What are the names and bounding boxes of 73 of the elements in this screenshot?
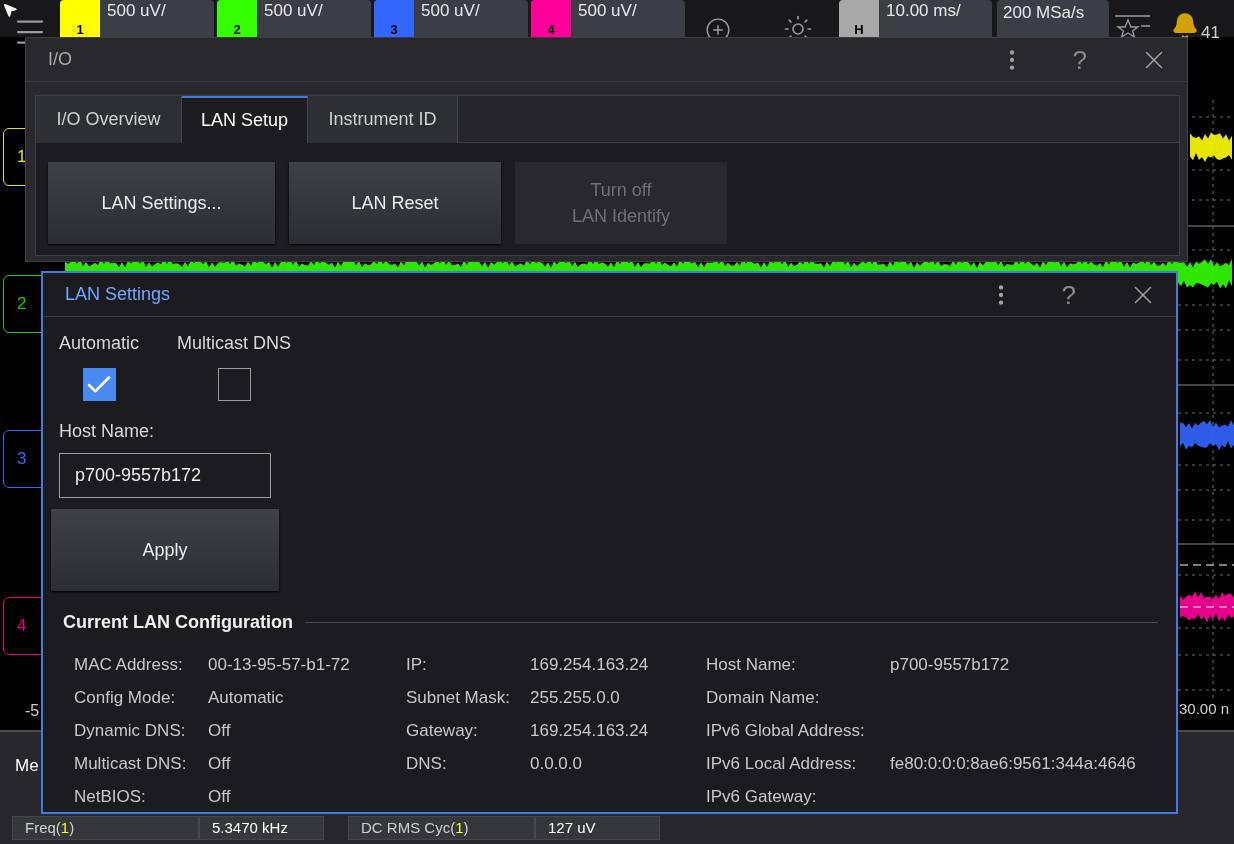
action-button[interactable]: LAN Settings... [48, 162, 275, 244]
section-title: Current LAN Configuration [63, 611, 293, 634]
measurement-name: Freq(1) [12, 816, 199, 840]
axis-label: 30.00 n [1179, 699, 1230, 719]
config-label: Host Name: [706, 653, 797, 676]
config-label: Multicast DNS: [74, 752, 188, 775]
channel-chip[interactable]: 1 500 uV/ [60, 0, 214, 37]
bell-icon[interactable] [1171, 12, 1199, 40]
marker-line [1179, 606, 1234, 608]
channel-scale: 500 uV/ [106, 0, 166, 22]
waveform-trace [1180, 419, 1234, 451]
acquisition-chip[interactable]: 200 MSa/s [997, 0, 1109, 37]
measurement-name: DC RMS Cyc(1) [348, 816, 535, 840]
config-value: 0.0.0.0 [530, 752, 582, 775]
dialog-title: I/O [47, 48, 72, 71]
channel-chip[interactable]: 4 500 uV/ [531, 0, 685, 37]
config-label: NetBIOS: [74, 785, 147, 808]
checkbox[interactable] [82, 368, 116, 401]
checkbox[interactable] [217, 368, 251, 401]
channel-number: 1 [60, 0, 100, 37]
config-value: p700-9557b172 [890, 653, 1010, 676]
timebase-chip[interactable]: H 10.00 ms/ [839, 0, 992, 37]
config-label: Domain Name: [706, 686, 821, 709]
checkbox-label: Automatic [59, 332, 140, 355]
measurement-value: 5.3470 kHz [199, 816, 324, 840]
help-button[interactable]: ? [1061, 281, 1076, 308]
config-value: Off [208, 719, 231, 742]
tab[interactable]: LAN Setup [182, 96, 308, 143]
marker-line [1179, 564, 1234, 566]
channel-number: 2 [217, 0, 257, 37]
channel-scale: 500 uV/ [263, 0, 323, 22]
cursor-icon [2, 2, 18, 18]
favorites-icon[interactable] [1115, 14, 1151, 37]
channel-number: 4 [531, 0, 571, 37]
help-button[interactable]: ? [1072, 46, 1087, 73]
config-label: Dynamic DNS: [74, 719, 187, 742]
channel-chip[interactable]: 2 500 uV/ [217, 0, 371, 37]
config-label: DNS: [406, 752, 448, 775]
config-value: 00-13-95-57-b1-72 [208, 653, 350, 676]
action-button[interactable]: LAN Reset [289, 162, 501, 244]
panel-tab[interactable]: Me [15, 753, 39, 779]
channel-scale: 500 uV/ [577, 0, 637, 22]
config-label: IPv6 Global Address: [706, 719, 866, 742]
channel-scale: 500 uV/ [420, 0, 480, 22]
checkbox-label: Multicast DNS [177, 332, 292, 355]
waveform-trace [1180, 591, 1234, 623]
config-value: 255.255.0.0 [530, 686, 620, 709]
waveform-trace [1190, 132, 1232, 163]
host-name-field[interactable]: p700-9557b172 [59, 453, 271, 498]
measurement-value: 127 uV [535, 816, 660, 840]
config-label: Config Mode: [74, 686, 177, 709]
channel-number: 3 [374, 0, 414, 37]
config-label: Gateway: [406, 719, 479, 742]
config-label: IPv6 Gateway: [706, 785, 818, 808]
timebase-scale: 10.00 ms/ [885, 0, 961, 22]
config-value: fe80:0:0:0:8ae6:9561:344a:4646 [890, 752, 1136, 775]
axis-label: -5 [25, 701, 40, 721]
config-value: 169.254.163.24 [530, 653, 649, 676]
config-label: MAC Address: [74, 653, 184, 676]
config-value: Off [208, 752, 231, 775]
timebase-label: H [854, 23, 864, 37]
config-label: Subnet Mask: [406, 686, 511, 709]
config-label: IPv6 Local Address: [706, 752, 858, 775]
config-value: Off [208, 785, 231, 808]
apply-button[interactable]: Apply [51, 509, 279, 591]
notification-count: 41 [1201, 24, 1220, 41]
tab[interactable]: I/O Overview [36, 96, 182, 143]
channel-chip[interactable]: 3 500 uV/ [374, 0, 528, 37]
tab[interactable]: Instrument ID [308, 96, 458, 143]
config-label: IP: [406, 653, 428, 676]
config-value: 169.254.163.24 [530, 719, 649, 742]
config-value: Automatic [208, 686, 284, 709]
dialog-title: LAN Settings [64, 283, 171, 306]
